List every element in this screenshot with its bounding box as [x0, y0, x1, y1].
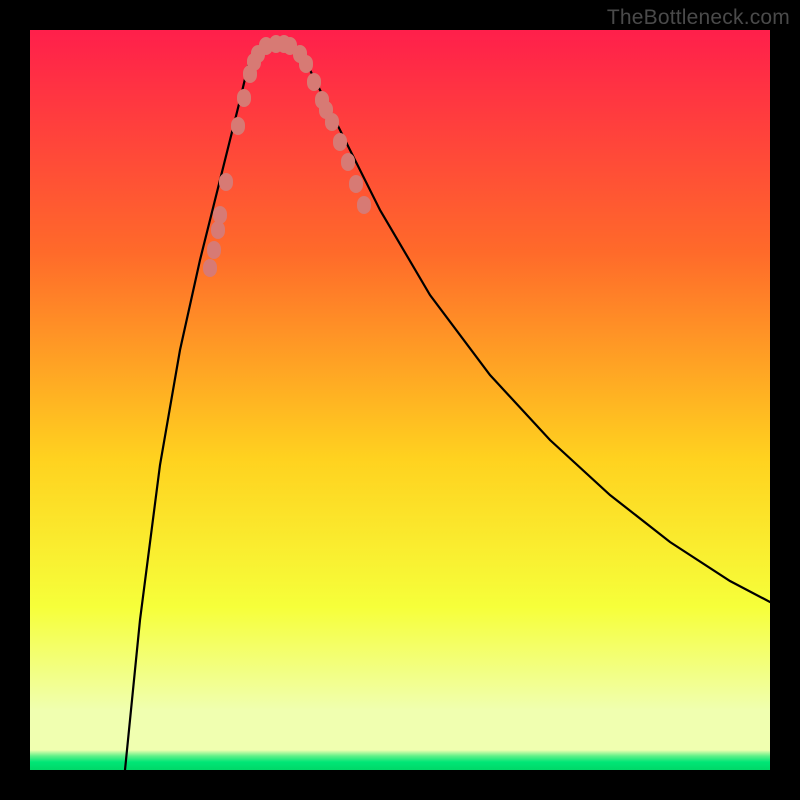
watermark-text: TheBottleneck.com: [607, 6, 790, 30]
marker-dot: [349, 175, 363, 193]
marker-dot: [357, 196, 371, 214]
marker-dot: [207, 241, 221, 259]
curve-right-branch: [295, 48, 770, 602]
curve-layer: [30, 30, 770, 770]
marker-dot: [203, 259, 217, 277]
curve-left-branch: [125, 48, 255, 770]
marker-dot: [211, 221, 225, 239]
marker-dot: [333, 133, 347, 151]
marker-dot: [213, 206, 227, 224]
chart-frame: TheBottleneck.com: [0, 0, 800, 800]
marker-dot: [237, 89, 251, 107]
marker-dot: [219, 173, 233, 191]
markers-right-cluster: [293, 45, 371, 214]
marker-dot: [307, 73, 321, 91]
marker-dot: [299, 55, 313, 73]
marker-dot: [341, 153, 355, 171]
markers-left-cluster: [203, 35, 297, 277]
marker-dot: [325, 113, 339, 131]
marker-dot: [231, 117, 245, 135]
plot-area: [30, 30, 770, 770]
